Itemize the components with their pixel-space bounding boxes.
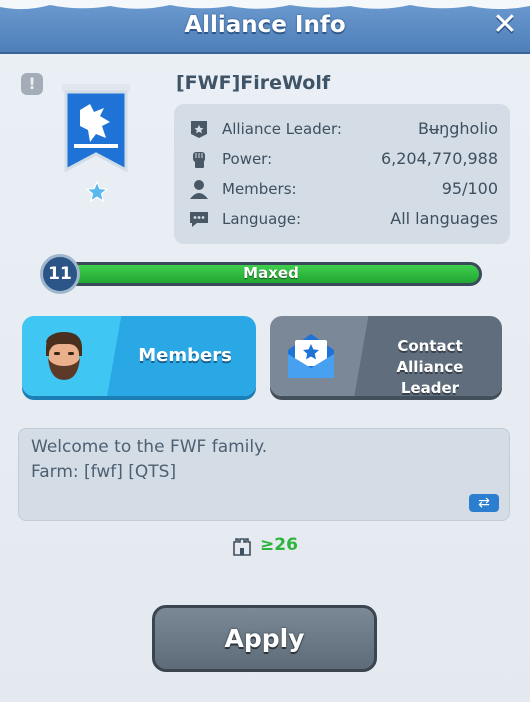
level-badge: 11 [40,254,80,294]
report-alert-icon[interactable]: ! [21,73,43,95]
apply-button-label: Apply [224,624,305,653]
header-bar: Alliance Info ✕ [0,0,530,54]
description-line: Welcome to the FWF family. [31,437,268,457]
apply-button[interactable]: Apply [152,605,377,672]
mail-envelope-icon [288,334,334,378]
stat-label: Power: [222,150,273,168]
alliance-description: Welcome to the FWF family. Farm: [fwf] [… [18,428,510,521]
stat-label: Language: [222,210,302,228]
stat-row-language: Language: All languages [188,206,498,232]
contact-leader-label: Contact Alliance Leader [362,336,498,399]
description-line: Farm: [fwf] [QTS] [31,462,177,482]
stat-label: Members: [222,180,297,198]
stat-label: Alliance Leader: [222,120,342,138]
castle-requirement: ≥26 [230,533,310,557]
castle-level-requirement: ≥26 [260,535,298,555]
alliance-level-bar: Maxed [60,262,482,286]
alliance-name: [FWF]FireWolf [176,72,331,94]
fist-icon [193,152,205,168]
members-button-label: Members [138,345,232,366]
stat-value: 6,204,770,988 [380,149,498,168]
wolf-banner-icon[interactable] [60,82,132,174]
crest-icon [191,121,207,138]
members-button[interactable]: Members [22,316,256,396]
contact-label-line1: Contact Alliance [396,337,464,376]
stat-row-leader: Alliance Leader: Bʉŋgholio [188,116,498,142]
alliance-info-panel: Alliance Info ✕ ! [FWF]FireWolf Alliance… [0,0,530,702]
translate-button[interactable]: ⇄ [469,494,499,512]
level-status: Maxed [243,264,299,282]
star-icon [86,181,108,203]
contact-label-line2: Leader [400,379,460,397]
page-title: Alliance Info [184,12,346,38]
bearded-man-icon [46,332,82,380]
castle-icon [233,538,251,556]
chat-icon [190,212,208,227]
contact-leader-button[interactable]: Contact Alliance Leader [270,316,502,399]
close-button[interactable]: ✕ [490,10,520,40]
leader-name-link[interactable]: Bʉŋgholio [418,119,498,138]
alliance-stats-box: Alliance Leader: Bʉŋgholio Power: 6,204,… [174,104,510,244]
person-icon [190,180,208,199]
stat-value: 95/100 [441,179,498,198]
stat-row-power: Power: 6,204,770,988 [188,146,498,172]
stat-value: All languages [390,209,498,228]
stat-row-members: Members: 95/100 [188,176,498,202]
